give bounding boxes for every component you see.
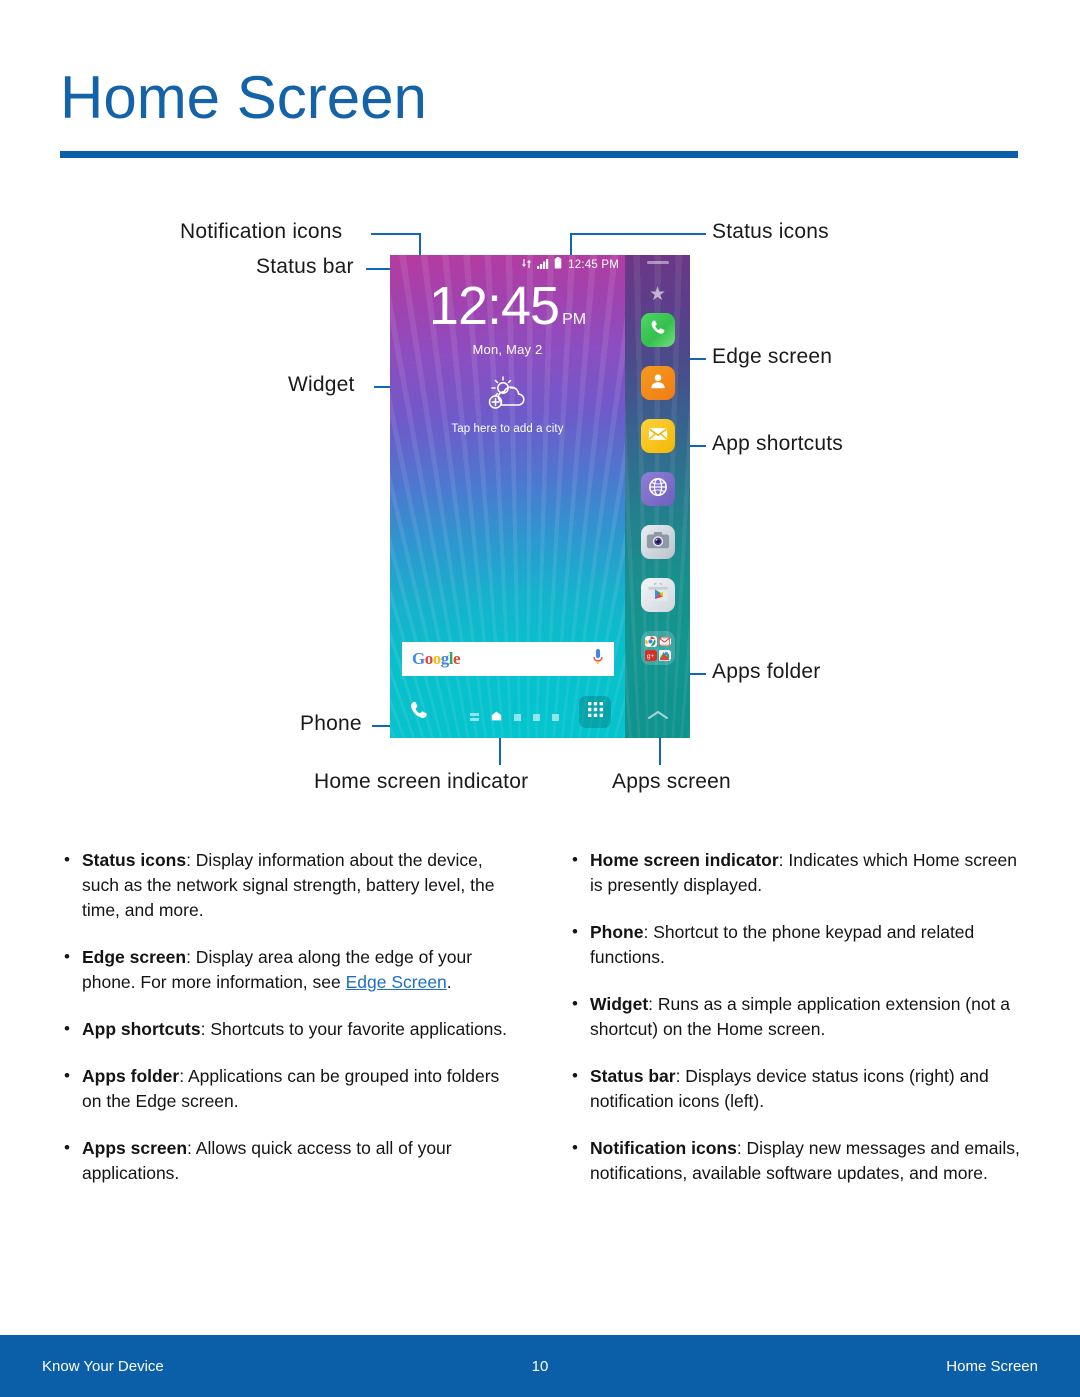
term-edge-screen-text-after: . — [446, 972, 452, 992]
list-item: Phone: Shortcut to the phone keypad and … — [568, 919, 1028, 970]
play-store-shortcut[interactable] — [640, 578, 675, 612]
clock-widget[interactable]: 12:45 PM Mon, May 2 — [390, 279, 625, 357]
callout-app-shortcuts: App shortcuts — [712, 432, 843, 455]
clock-ampm: PM — [562, 311, 587, 328]
home-page-icon[interactable] — [491, 708, 502, 726]
page-dot[interactable] — [533, 713, 540, 721]
callout-notification-icons: Notification icons — [180, 220, 343, 243]
home-screen-indicator — [470, 708, 559, 726]
google-search-bar[interactable]: Google — [402, 642, 614, 676]
clock-time: 12:45 — [428, 276, 560, 336]
page-footer: Know Your Device 10 Home Screen — [0, 1335, 1080, 1397]
phone-screen-mockup: 12:45 PM 12:45 PM Mon, May 2 Tap here to… — [390, 255, 690, 738]
term-widget-text: : Runs as a simple application extension… — [590, 994, 1011, 1039]
list-item: Apps folder: Applications can be grouped… — [60, 1063, 510, 1114]
term-edge-screen: Edge screen — [82, 947, 187, 967]
email-shortcut[interactable] — [640, 419, 675, 453]
network-transfer-icon — [522, 256, 533, 274]
term-phone: Phone — [590, 922, 644, 942]
globe-icon — [648, 477, 668, 502]
svg-text:g+: g+ — [647, 652, 655, 659]
callout-home-screen-indicator: Home screen indicator — [314, 770, 529, 793]
internet-shortcut[interactable] — [640, 472, 675, 506]
list-item: Status bar: Displays device status icons… — [568, 1063, 1028, 1114]
term-notification-icons: Notification icons — [590, 1138, 737, 1158]
page-dot[interactable] — [514, 713, 521, 721]
signal-bars-icon — [537, 256, 550, 274]
edge-app-shortcuts: g+ — [625, 313, 690, 684]
footer-topic-label: Home Screen — [946, 1357, 1038, 1375]
list-item: Apps screen: Allows quick access to all … — [60, 1135, 510, 1186]
left-description-column: Status icons: Display information about … — [60, 847, 510, 1208]
page-dot[interactable] — [552, 713, 559, 721]
list-item: Notification icons: Display new messages… — [568, 1135, 1028, 1186]
term-app-shortcuts: App shortcuts — [82, 1019, 201, 1039]
leader-line-notification-icons — [371, 233, 421, 235]
right-description-column: Home screen indicator: Indicates which H… — [568, 847, 1028, 1208]
camera-icon — [646, 530, 670, 555]
leader-line-status-icons-h — [570, 233, 682, 235]
term-status-icons: Status icons — [82, 850, 187, 870]
battery-icon — [554, 256, 562, 274]
list-item: Edge screen: Display area along the edge… — [60, 944, 510, 995]
maps-icon — [658, 649, 671, 661]
term-home-screen-indicator: Home screen indicator — [590, 850, 779, 870]
term-widget: Widget — [590, 994, 649, 1014]
sun-cloud-add-icon — [479, 376, 537, 419]
status-bar-time: 12:45 PM — [568, 259, 619, 271]
callout-edge-screen: Edge screen — [712, 345, 833, 368]
star-icon[interactable]: ★ — [649, 285, 666, 304]
phone-handset-icon[interactable] — [408, 700, 430, 727]
contacts-shortcut[interactable] — [640, 366, 675, 400]
gmail-icon — [658, 636, 671, 646]
apps-folder[interactable]: g+ — [640, 631, 675, 665]
callout-status-bar: Status bar — [256, 255, 354, 278]
list-item: Widget: Runs as a simple application ext… — [568, 991, 1028, 1042]
leader-line-notification-icons-v — [419, 233, 421, 257]
contact-person-icon — [649, 372, 667, 395]
google-logo: Google — [412, 649, 461, 668]
weather-widget[interactable]: Tap here to add a city — [390, 375, 625, 435]
google-plus-icon: g+ — [644, 649, 657, 661]
list-item: Status icons: Display information about … — [60, 847, 510, 923]
status-bar: 12:45 PM — [390, 255, 625, 275]
term-app-shortcuts-text: : Shortcuts to your favorite application… — [200, 1019, 508, 1039]
list-page-icon[interactable] — [470, 713, 479, 721]
edge-screen-link[interactable]: Edge Screen — [346, 972, 447, 992]
callout-apps-screen: Apps screen — [612, 770, 731, 793]
phone-handset-icon — [649, 319, 667, 342]
page-title: Home Screen — [60, 64, 427, 131]
apps-screen-button[interactable] — [579, 696, 611, 728]
annotated-phone-diagram: Notification icons Status bar Widget Pho… — [0, 200, 1080, 820]
envelope-icon — [648, 426, 668, 447]
clock-date: Mon, May 2 — [472, 342, 543, 357]
title-divider — [60, 151, 1018, 158]
edge-screen-panel[interactable]: ★ g+ — [625, 255, 690, 738]
play-store-icon — [647, 581, 669, 608]
term-phone-text: : Shortcut to the phone keypad and relat… — [590, 922, 975, 967]
leader-line-status-icons-v — [570, 233, 572, 255]
phone-shortcut[interactable] — [640, 313, 675, 347]
drag-handle-icon[interactable] — [646, 261, 669, 264]
apps-grid-icon — [587, 701, 604, 723]
weather-caption: Tap here to add a city — [451, 423, 564, 435]
callout-widget: Widget — [288, 373, 355, 396]
chrome-icon — [644, 635, 657, 647]
dock — [390, 688, 625, 738]
chevron-up-icon[interactable] — [647, 708, 669, 726]
callout-phone: Phone — [300, 712, 362, 735]
list-item: Home screen indicator: Indicates which H… — [568, 847, 1028, 898]
callout-apps-folder: Apps folder — [712, 660, 821, 683]
term-apps-screen: Apps screen — [82, 1138, 188, 1158]
callout-status-icons: Status icons — [712, 220, 829, 243]
list-item: App shortcuts: Shortcuts to your favorit… — [60, 1016, 510, 1042]
footer-page-number: 10 — [531, 1357, 549, 1375]
leader-line-status-bar — [366, 268, 392, 270]
term-status-bar: Status bar — [590, 1066, 676, 1086]
leader-line-status-icons — [680, 233, 706, 235]
footer-section-label: Know Your Device — [42, 1357, 164, 1375]
term-apps-folder: Apps folder — [82, 1066, 180, 1086]
camera-shortcut[interactable] — [640, 525, 675, 559]
microphone-icon[interactable] — [592, 648, 604, 671]
